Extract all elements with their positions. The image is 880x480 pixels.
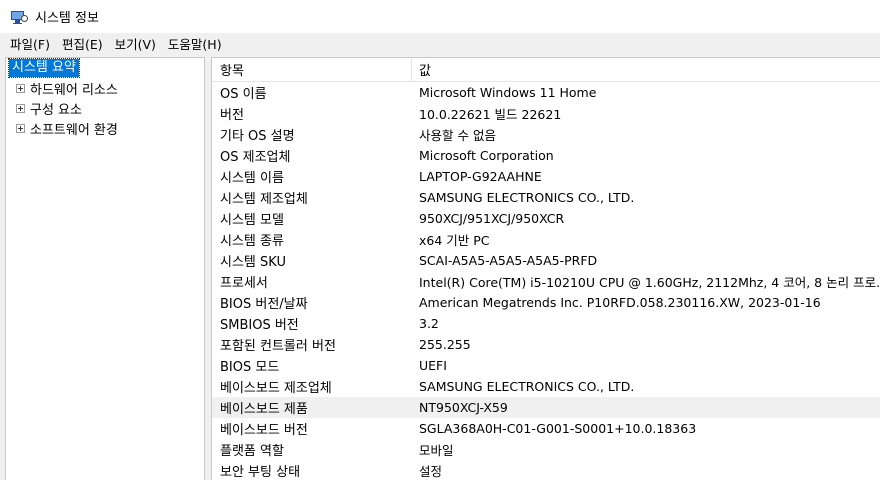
table-row[interactable]: 포함된 컨트롤러 버전 255.255 [212,334,880,355]
table-row[interactable]: 프로세서 Intel(R) Core(TM) i5-10210U CPU @ 1.… [212,271,880,292]
cell-value: 950XCJ/951XCJ/950XCR [419,211,565,226]
cell-value: 3.2 [419,316,439,331]
table-row[interactable]: 플랫폼 역할 모바일 [212,439,880,460]
table-row[interactable]: 버전 10.0.22621 빌드 22621 [212,103,880,124]
menu-help[interactable]: 도움말(H) [162,34,228,53]
details-table: 항목 값 OS 이름 Microsoft Windows 11 Home 버전 10.… [211,57,880,480]
window-title: 시스템 정보 [35,11,99,26]
cell-item: 플랫폼 역할 [220,444,284,459]
cell-item: 버전 [220,108,244,123]
table-row[interactable]: 시스템 SKU SCAI-A5A5-A5A5-A5A5-PRFD [212,250,880,271]
table-row[interactable]: 베이스보드 버전 SGLA368A0H-C01-G001-S0001+10.0.1… [212,418,880,439]
cell-value: NT950XCJ-X59 [419,400,508,415]
table-row[interactable]: 보안 부팅 상태 설정 [212,460,880,480]
cell-value: 10.0.22621 빌드 22621 [419,107,562,122]
cell-value: UEFI [419,358,447,373]
cell-item: 포함된 컨트롤러 버전 [220,339,336,354]
table-row[interactable]: 시스템 제조업체 SAMSUNG ELECTRONICS CO., LTD. [212,187,880,208]
cell-value: 모바일 [419,443,454,458]
cell-value: Microsoft Windows 11 Home [419,85,597,100]
cell-value: American Megatrends Inc. P10RFD.058.2301… [419,295,821,310]
cell-item: 시스템 이름 [220,171,284,186]
cell-value: 설정 [419,464,443,479]
table-body: OS 이름 Microsoft Windows 11 Home 버전 10.0.226… [212,82,880,480]
tree-item-software-environment[interactable]: 소프트웨어 환경 [6,118,204,138]
cell-item: 기타 OS 설명 [220,129,295,144]
expand-plus-icon[interactable] [16,83,25,93]
menu-file[interactable]: 파일(F) [4,34,56,53]
cell-item: 시스템 모델 [220,213,284,228]
tree-item-label: 하드웨어 리소스 [30,82,118,98]
menu-edit[interactable]: 편집(E) [56,34,109,53]
tree-item-label: 시스템 요약 [8,58,80,78]
table-header: 항목 값 [212,58,880,82]
tree-item-label: 소프트웨어 환경 [30,122,118,138]
tree-item-components[interactable]: 구성 요소 [6,98,204,118]
table-row[interactable]: SMBIOS 버전 3.2 [212,313,880,334]
cell-item: SMBIOS 버전 [220,318,299,333]
cell-item: 시스템 SKU [220,255,286,270]
cell-value: Intel(R) Core(TM) i5-10210U CPU @ 1.60GH… [419,275,880,290]
cell-item: OS 제조업체 [220,150,291,165]
cell-value: SCAI-A5A5-A5A5-A5A5-PRFD [419,253,598,268]
column-header-value[interactable]: 값 [412,58,880,81]
table-row[interactable]: OS 이름 Microsoft Windows 11 Home [212,82,880,103]
cell-value: 255.255 [419,337,471,352]
cell-item: BIOS 모드 [220,360,280,375]
cell-value: x64 기반 PC [419,233,490,248]
cell-item: 시스템 종류 [220,234,284,249]
table-row[interactable]: 시스템 이름 LAPTOP-G92AAHNE [212,166,880,187]
cell-item: 베이스보드 제품 [220,402,308,417]
cell-item: 시스템 제조업체 [220,192,308,207]
table-row[interactable]: 베이스보드 제품 NT950XCJ-X59 [212,397,880,418]
table-row[interactable]: 시스템 종류 x64 기반 PC [212,229,880,250]
cell-item: 베이스보드 제조업체 [220,381,332,396]
cell-item: BIOS 버전/날짜 [220,297,308,312]
cell-value: 사용할 수 없음 [419,128,496,143]
title-bar[interactable]: 시스템 정보 [0,0,880,33]
table-row[interactable]: 기타 OS 설명 사용할 수 없음 [212,124,880,145]
table-row[interactable]: 시스템 모델 950XCJ/951XCJ/950XCR [212,208,880,229]
expand-plus-icon[interactable] [16,123,25,133]
menu-view[interactable]: 보기(V) [109,34,162,53]
cell-item: 보안 부팅 상태 [220,465,301,480]
cell-item: OS 이름 [220,87,267,102]
system-info-icon [10,9,28,25]
table-row[interactable]: BIOS 모드 UEFI [212,355,880,376]
category-tree: 시스템 요약 하드웨어 리소스 구성 요소 소프트웨어 환경 [5,57,205,480]
cell-value: LAPTOP-G92AAHNE [419,169,542,184]
table-row[interactable]: 베이스보드 제조업체 SAMSUNG ELECTRONICS CO., LTD. [212,376,880,397]
cell-value: SAMSUNG ELECTRONICS CO., LTD. [419,379,635,394]
cell-value: SAMSUNG ELECTRONICS CO., LTD. [419,190,635,205]
tree-item-system-summary[interactable]: 시스템 요약 [6,58,204,78]
tree-item-label: 구성 요소 [30,102,82,118]
tree-item-hardware-resources[interactable]: 하드웨어 리소스 [6,78,204,98]
expand-plus-icon[interactable] [16,103,25,113]
cell-value: Microsoft Corporation [419,148,554,163]
column-header-item[interactable]: 항목 [212,58,412,81]
cell-item: 프로세서 [220,276,268,291]
menu-bar: 파일(F) 편집(E) 보기(V) 도움말(H) [0,33,880,53]
table-row[interactable]: OS 제조업체 Microsoft Corporation [212,145,880,166]
table-row[interactable]: BIOS 버전/날짜 American Megatrends Inc. P10RF… [212,292,880,313]
cell-item: 베이스보드 버전 [220,423,308,438]
cell-value: SGLA368A0H-C01-G001-S0001+10.0.18363 [419,421,697,436]
